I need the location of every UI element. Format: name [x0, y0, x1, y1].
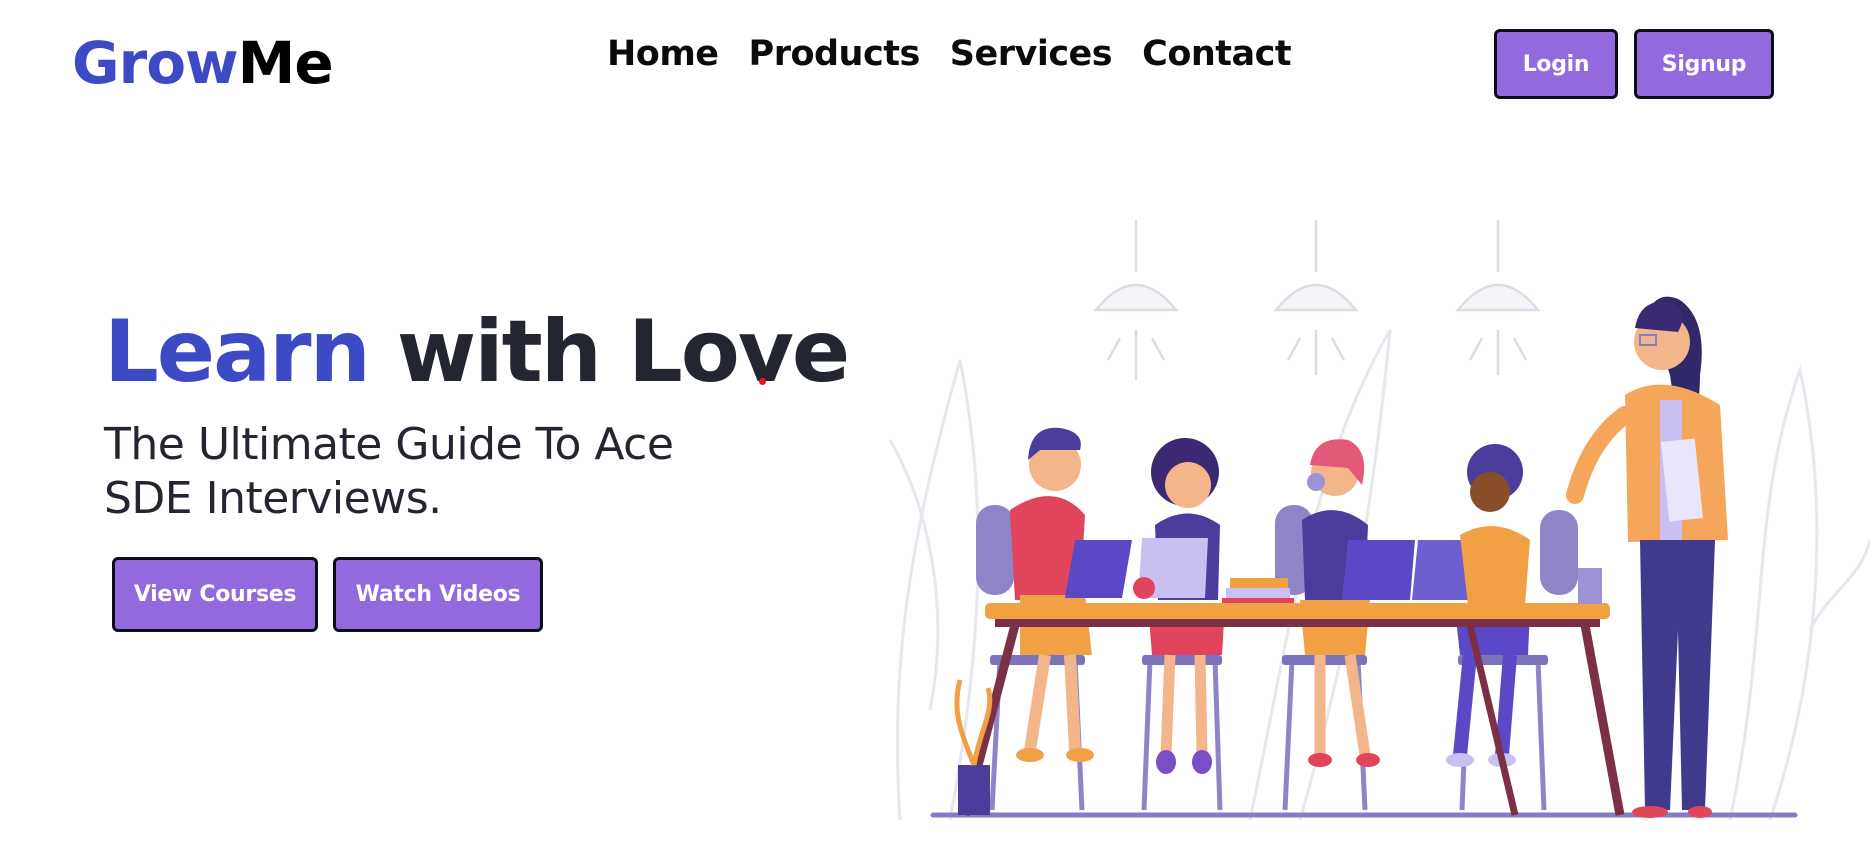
hero-subtitle-line-2: SDE Interviews.	[104, 473, 442, 524]
main-nav: Home Products Services Contact	[607, 30, 1292, 78]
signup-button[interactable]: Signup	[1634, 29, 1774, 99]
students-studying-illustration	[888, 220, 1870, 821]
logo-part-grow: Grow	[72, 29, 239, 97]
watch-videos-button[interactable]: Watch Videos	[333, 557, 543, 632]
teacher	[1566, 296, 1728, 818]
hero-subtitle: The Ultimate Guide To Ace SDE Interviews…	[104, 418, 724, 526]
ceiling-lamps	[1093, 220, 1541, 380]
view-courses-button[interactable]: View Courses	[112, 557, 318, 632]
nav-home[interactable]: Home	[607, 30, 719, 78]
laptop-1	[1065, 540, 1132, 598]
apple-icon	[1133, 577, 1155, 599]
nav-products[interactable]: Products	[749, 30, 921, 78]
decorative-red-dot	[759, 378, 766, 385]
hero-subtitle-line-1: The Ultimate Guide To Ace	[104, 419, 674, 470]
nav-services[interactable]: Services	[950, 30, 1113, 78]
pencil-cup	[1578, 568, 1602, 604]
nav-contact[interactable]: Contact	[1142, 30, 1291, 78]
logo-part-me: Me	[237, 29, 334, 97]
hero-title-highlight: Learn	[104, 302, 371, 402]
logo[interactable]: GrowMe	[72, 28, 334, 98]
hero-title-rest: with Love	[396, 302, 850, 402]
hero-title: Learn with Love	[104, 302, 850, 402]
laptop-3	[1342, 540, 1415, 600]
login-button[interactable]: Login	[1494, 29, 1618, 99]
